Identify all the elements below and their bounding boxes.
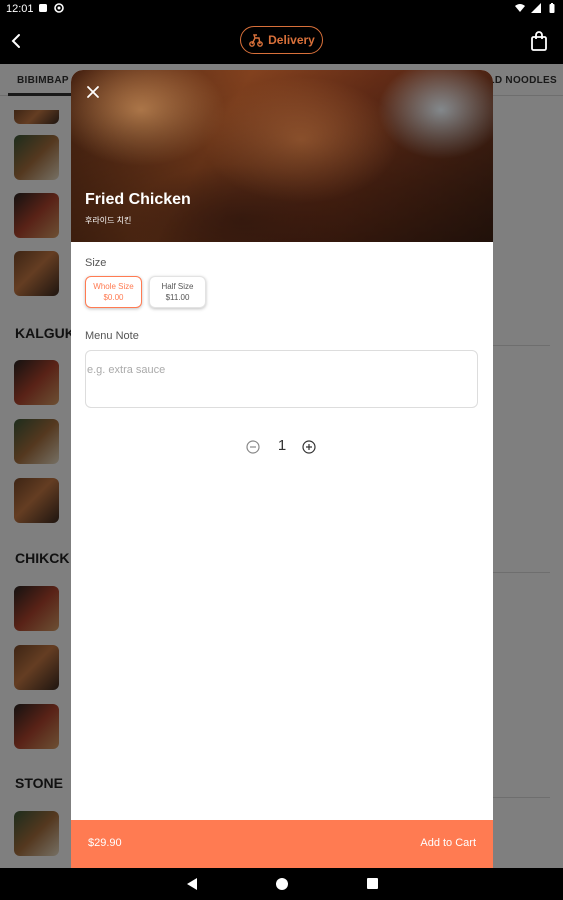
app-bar: Delivery: [0, 20, 563, 64]
sync-icon: [54, 3, 64, 13]
system-nav-bar: [0, 868, 563, 900]
nav-back-icon[interactable]: [185, 877, 199, 891]
signal-icon: [531, 3, 541, 13]
close-icon[interactable]: [83, 82, 103, 102]
add-to-cart-bar[interactable]: $29.90 Add to Cart: [71, 820, 493, 868]
nav-recents-icon[interactable]: [367, 878, 378, 889]
scooter-icon: [249, 34, 264, 47]
battery-icon: [549, 3, 555, 13]
quantity-value: 1: [277, 437, 287, 454]
size-option-name: Whole Size: [93, 282, 134, 291]
size-option-price: $0.00: [103, 293, 124, 302]
size-option-name: Half Size: [161, 282, 194, 291]
wifi-icon: [515, 4, 525, 12]
item-subtitle: 후라이드 치킨: [85, 216, 132, 225]
minus-icon[interactable]: [246, 440, 260, 454]
menu-note-label: Menu Note: [85, 330, 139, 342]
plus-icon[interactable]: [302, 440, 316, 454]
delivery-mode-button[interactable]: Delivery: [240, 26, 323, 54]
menu-note-field[interactable]: [85, 350, 478, 408]
delivery-label: Delivery: [268, 33, 315, 47]
menu-note-input[interactable]: [87, 364, 467, 376]
status-time: 12:01: [6, 3, 34, 15]
item-title: Fried Chicken: [85, 191, 191, 208]
size-option-price: $11.00: [165, 293, 190, 302]
item-detail-sheet: Fried Chicken 후라이드 치킨 Size Whole Size $0…: [71, 70, 493, 868]
status-system-icons: [515, 3, 557, 13]
item-hero-image: Fried Chicken 후라이드 치킨: [71, 70, 493, 242]
back-arrow-icon[interactable]: [6, 30, 28, 52]
size-option-whole[interactable]: Whole Size $0.00: [85, 276, 142, 308]
storage-icon: [39, 4, 47, 12]
status-bar: 12:01: [0, 0, 563, 20]
status-notification-icons: [38, 3, 64, 13]
shopping-bag-icon[interactable]: [529, 30, 549, 52]
size-label: Size: [85, 257, 107, 269]
nav-home-icon[interactable]: [276, 878, 288, 890]
total-price: $29.90: [88, 837, 122, 849]
quantity-stepper: 1: [246, 437, 321, 457]
add-to-cart-button[interactable]: Add to Cart: [420, 837, 476, 849]
size-option-half[interactable]: Half Size $11.00: [149, 276, 206, 308]
